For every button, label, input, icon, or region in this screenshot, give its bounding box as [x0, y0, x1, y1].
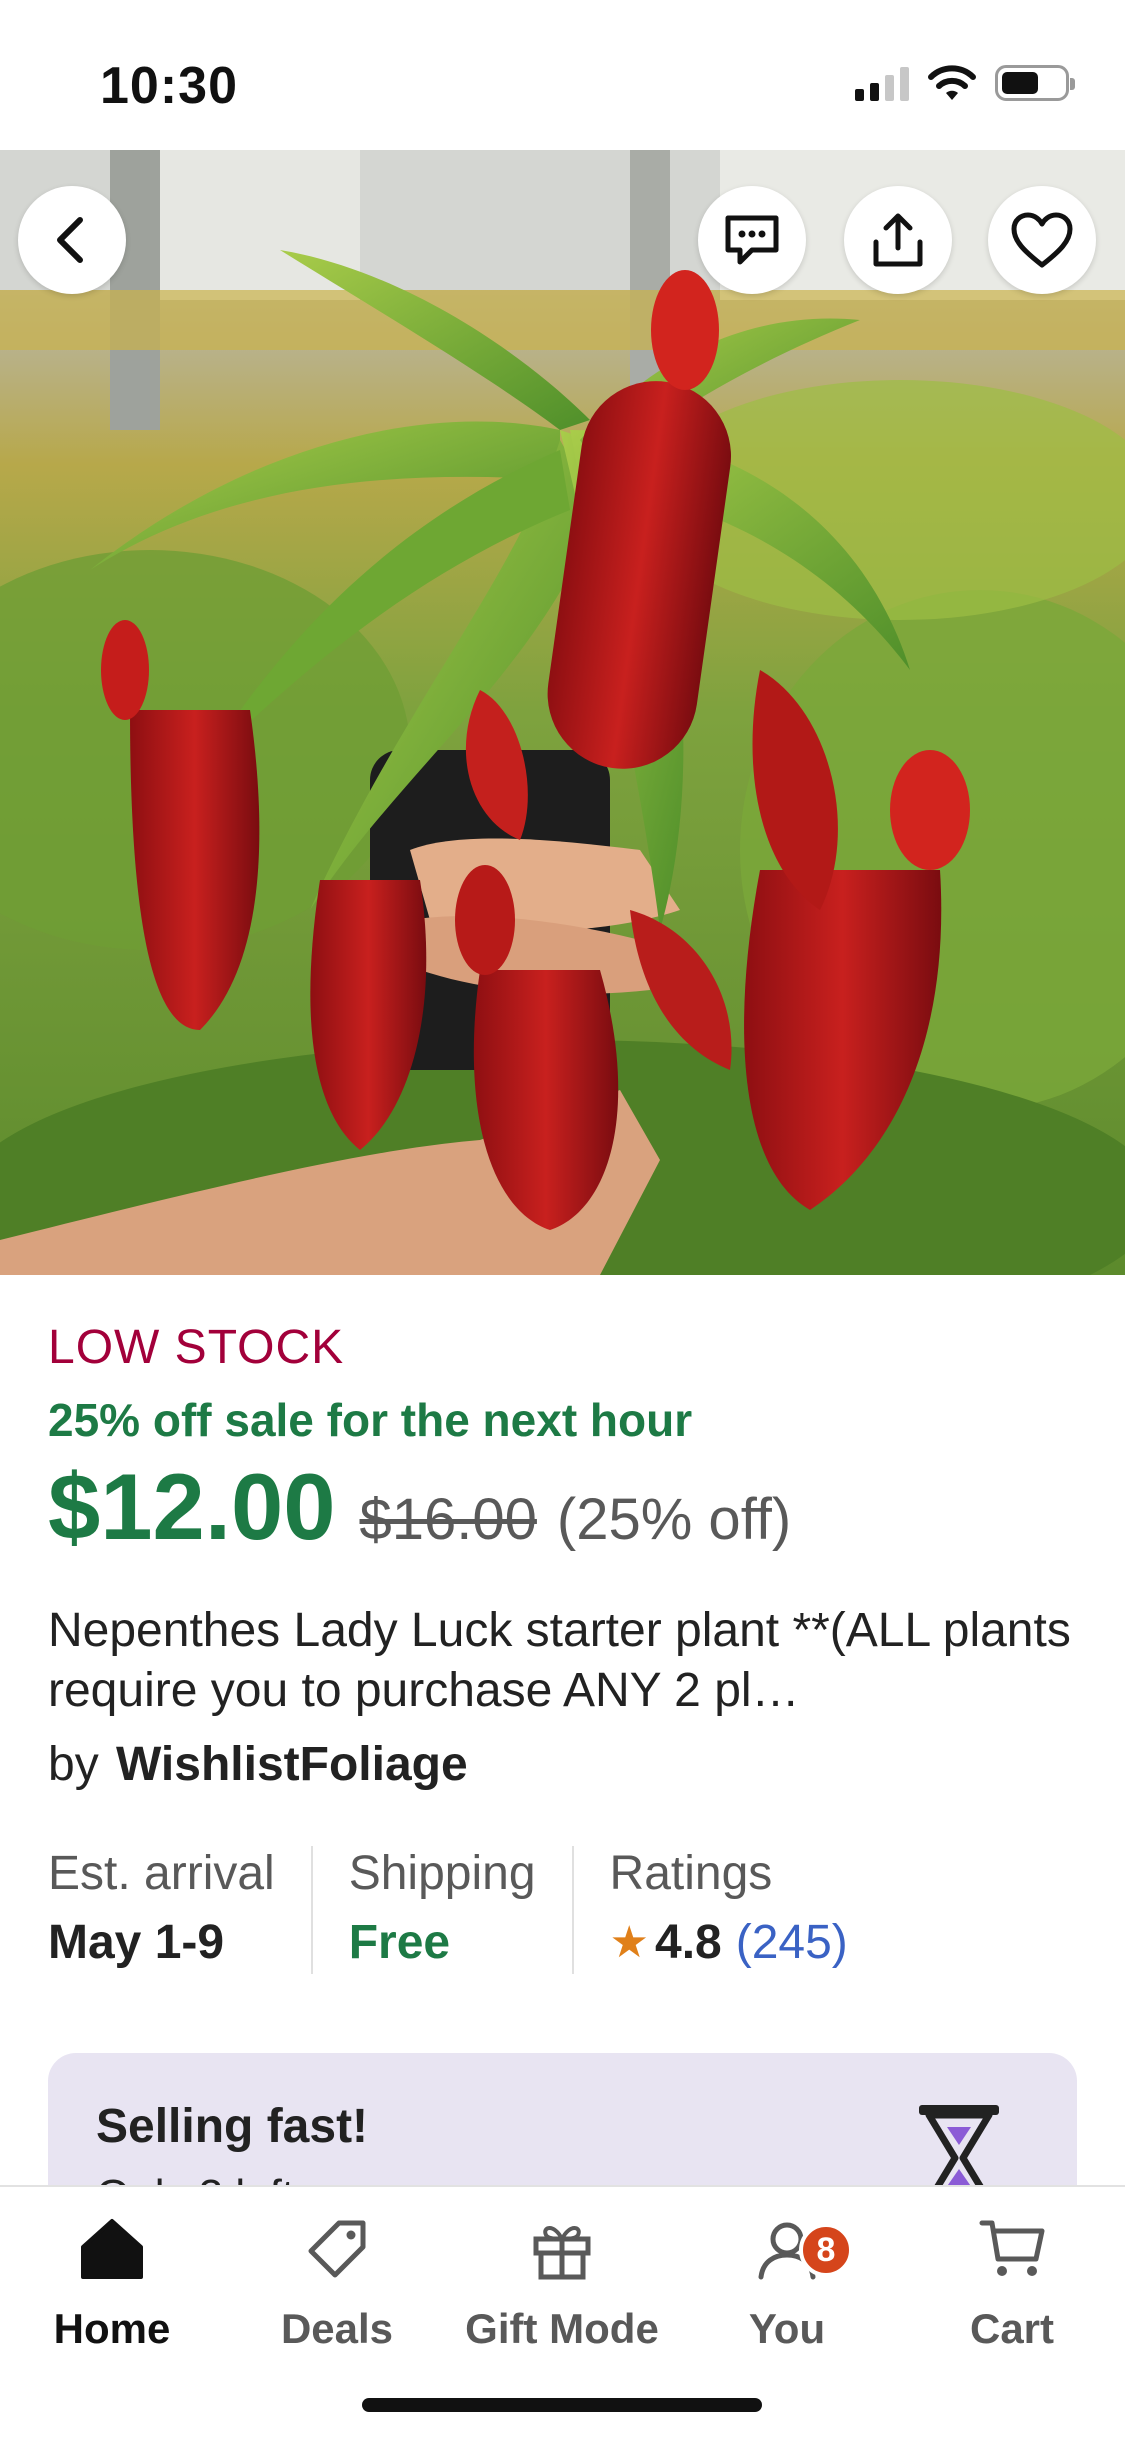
- arrival-value: May 1-9: [48, 1916, 225, 1969]
- info-row: Est. arrival May 1-9 Shipping Free Ratin…: [48, 1846, 1078, 1974]
- cellular-signal-icon: [855, 65, 909, 101]
- message-seller-button[interactable]: [698, 186, 806, 294]
- home-icon: [81, 2219, 143, 2279]
- rating-value: 4.8: [655, 1916, 722, 1969]
- product-photo-illustration: [0, 150, 1125, 1275]
- seller-name-link[interactable]: WishlistFoliage: [116, 1738, 468, 1791]
- tab-cart-label: Cart: [969, 2305, 1055, 2352]
- chat-bubble-icon: [725, 215, 779, 265]
- tag-icon: [308, 2220, 366, 2278]
- gift-icon: [533, 2226, 591, 2280]
- discount-percent: (25% off): [556, 1487, 792, 1552]
- seller-prefix: by: [48, 1738, 99, 1791]
- status-icons: [855, 64, 1075, 102]
- heart-icon: [1011, 212, 1073, 268]
- notification-badge: 8: [799, 2223, 853, 2277]
- tab-gift-mode[interactable]: Gift Mode: [462, 2209, 662, 2353]
- chevron-left-icon: [57, 217, 83, 263]
- listing-title[interactable]: Nepenthes Lady Luck starter plant **(ALL…: [48, 1601, 1078, 1721]
- selling-fast-title: Selling fast!: [96, 2100, 369, 2153]
- rating-summary[interactable]: ★ 4.8 (245): [610, 1915, 848, 1970]
- tab-you[interactable]: 8 You: [687, 2209, 887, 2353]
- status-time: 10:30: [100, 57, 238, 115]
- shipping-label: Shipping: [348, 1847, 536, 1900]
- cart-icon: [979, 2220, 1045, 2276]
- star-icon: ★: [609, 1918, 649, 1967]
- shipping-value: Free: [348, 1916, 451, 1969]
- tab-home-label: Home: [53, 2305, 171, 2352]
- favorite-button[interactable]: [988, 186, 1096, 294]
- share-icon: [873, 213, 923, 267]
- original-price: $16.00: [359, 1487, 537, 1552]
- price-row: $12.00 $16.00 (25% off): [48, 1453, 1078, 1561]
- low-stock-label: LOW STOCK: [48, 1321, 345, 1374]
- ratings-info[interactable]: Ratings ★ 4.8 (245): [571, 1846, 884, 1974]
- wifi-icon: [928, 65, 976, 100]
- share-button[interactable]: [844, 186, 952, 294]
- tab-you-label: You: [748, 2305, 826, 2352]
- status-bar: 10:30: [0, 0, 1125, 150]
- tab-deals[interactable]: Deals: [237, 2209, 437, 2353]
- rating-count-link[interactable]: (245): [736, 1915, 848, 1970]
- current-price: $12.00: [48, 1454, 336, 1559]
- sale-message: 25% off sale for the next hour: [48, 1394, 693, 1446]
- arrival-label: Est. arrival: [48, 1847, 275, 1900]
- product-image[interactable]: [0, 150, 1125, 1275]
- ratings-label: Ratings: [609, 1847, 773, 1900]
- tab-cart[interactable]: Cart: [912, 2209, 1112, 2353]
- bottom-tab-bar: Home Deals Gift Mode 8 You Cart: [0, 2185, 1125, 2438]
- arrival-info: Est. arrival May 1-9: [48, 1846, 311, 1974]
- battery-icon: [995, 65, 1075, 101]
- tab-deals-label: Deals: [280, 2305, 394, 2352]
- listing-details: LOW STOCK 25% off sale for the next hour…: [48, 1320, 1078, 1974]
- tab-gift-mode-label: Gift Mode: [465, 2305, 659, 2352]
- home-indicator: [362, 2398, 762, 2412]
- tab-home[interactable]: Home: [12, 2209, 212, 2353]
- seller-row: by WishlistFoliage: [48, 1737, 1078, 1792]
- back-button[interactable]: [18, 186, 126, 294]
- shipping-info: Shipping Free: [310, 1846, 572, 1974]
